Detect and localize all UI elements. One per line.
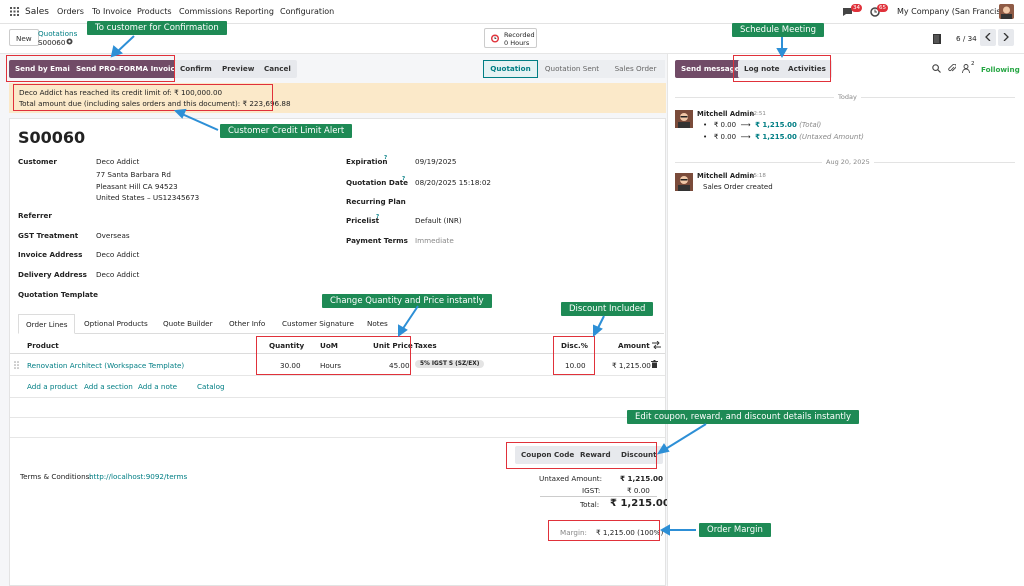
arrow-qty-price — [401, 305, 419, 331]
arrow-head — [659, 524, 670, 536]
arrow-head — [776, 48, 788, 59]
arrow-head — [593, 324, 603, 338]
arrow-head — [173, 108, 187, 119]
annotation-arrows — [110, 35, 788, 536]
arrow-confirmation — [116, 35, 135, 53]
arrow-credit — [181, 113, 219, 131]
arrow-head — [656, 443, 670, 455]
arrow-coupon — [663, 423, 707, 451]
